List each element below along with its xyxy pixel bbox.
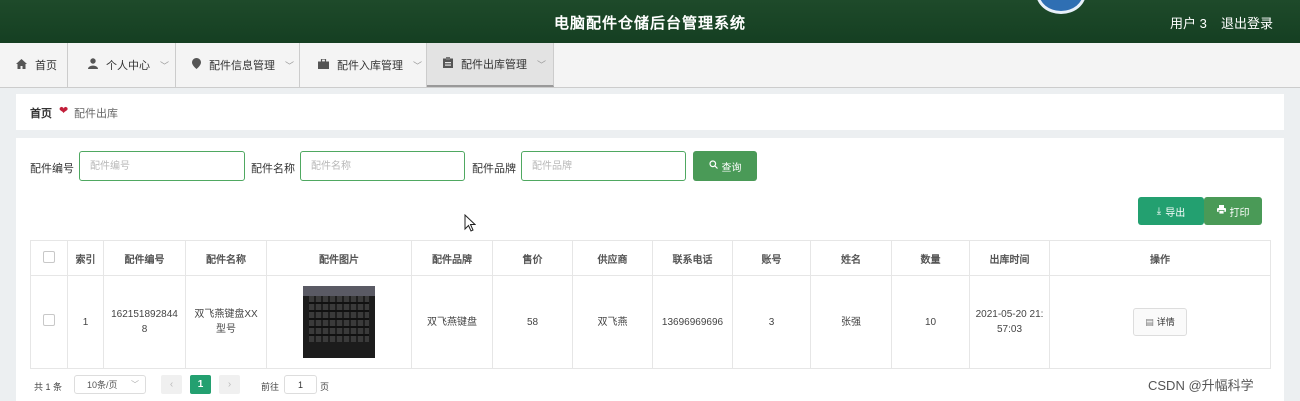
mouse-cursor-icon	[464, 214, 476, 232]
home-icon	[16, 58, 27, 72]
chevron-down-icon: ﹀	[160, 60, 170, 71]
cell-actions: ▤ 详情	[1049, 275, 1271, 369]
detail-button[interactable]: ▤ 详情	[1133, 308, 1187, 336]
search-button-label: 查询	[721, 162, 742, 174]
current-user: 用户 3	[1170, 16, 1207, 31]
nav-item-part-info[interactable]: 配件信息管理 ﹀	[176, 43, 300, 87]
row-select-cell	[30, 275, 68, 369]
print-button[interactable]: 打印	[1204, 197, 1262, 225]
table-header: 配件编号	[103, 240, 186, 276]
cell-code: 1621518928448	[103, 275, 186, 369]
brand-filter-label: 配件品牌	[472, 163, 516, 175]
table-header: 操作	[1049, 240, 1271, 276]
download-icon: ⤓	[1156, 205, 1162, 217]
chevron-down-icon: ﹀	[285, 60, 295, 71]
chevron-down-icon: ﹀	[131, 380, 139, 389]
nav-item-home[interactable]: 首页	[0, 43, 68, 87]
search-button[interactable]: 查询	[693, 151, 757, 181]
main-nav: 首页 个人中心 ﹀ 配件信息管理 ﹀ 配件入库管理 ﹀ 配件出库管理 ﹀	[0, 43, 1300, 88]
clipboard-icon	[443, 57, 453, 71]
goto-page-input[interactable]: 1	[284, 375, 317, 394]
name-filter-label: 配件名称	[251, 163, 295, 175]
nav-item-inbound[interactable]: 配件入库管理 ﹀	[300, 43, 427, 87]
keyboard-image	[303, 286, 375, 358]
code-filter-label: 配件编号	[30, 163, 74, 175]
table-header: 供应商	[572, 240, 653, 276]
table-header: 配件名称	[185, 240, 267, 276]
brand-filter-input[interactable]	[522, 152, 685, 180]
nav-label: 配件信息管理	[209, 60, 275, 72]
cell-time: 2021-05-20 21:57:03	[969, 275, 1050, 369]
pagination-total: 共 1 条	[34, 382, 63, 392]
table-row: 1 1621518928448 双飞燕键盘XX型号 双飞燕键盘 58 双飞燕 1…	[30, 275, 1271, 369]
export-button-label: 导出	[1165, 207, 1186, 219]
cell-account: 3	[732, 275, 811, 369]
cell-image	[266, 275, 412, 369]
watermark: CSDN @升幅科学	[1148, 378, 1254, 393]
briefcase-icon	[318, 57, 329, 72]
table-header-row: 索引 配件编号 配件名称 配件图片 配件品牌 售价 供应商 联系电话 账号 姓名…	[30, 240, 1271, 276]
page-suffix: 页	[320, 382, 330, 392]
cell-price: 58	[492, 275, 573, 369]
app-title: 电脑配件仓储后台管理系统	[553, 15, 746, 32]
cell-name: 双飞燕键盘XX型号	[185, 275, 267, 369]
select-all-cell	[30, 240, 68, 276]
export-button[interactable]: ⤓ 导出	[1138, 197, 1204, 225]
table-header: 出库时间	[969, 240, 1050, 276]
table-header: 姓名	[810, 240, 892, 276]
nav-item-personal-center[interactable]: 个人中心 ﹀	[68, 43, 176, 87]
name-filter-field	[300, 151, 465, 181]
code-filter-field	[79, 151, 245, 181]
breadcrumb: 首页 ❤ 配件出库	[16, 94, 1284, 130]
cell-phone: 13696969696	[652, 275, 733, 369]
page-size-value: 10条/页	[87, 380, 118, 390]
print-button-label: 打印	[1229, 207, 1250, 219]
pin-icon	[192, 58, 201, 72]
chevron-right-icon: ›	[227, 379, 232, 390]
chevron-down-icon: ﹀	[537, 59, 547, 70]
table-header: 数量	[891, 240, 970, 276]
detail-button-label: 详情	[1156, 316, 1175, 327]
printer-icon	[1216, 205, 1226, 217]
brand-filter-field	[521, 151, 686, 181]
name-filter-input[interactable]	[301, 152, 464, 180]
table-header: 配件图片	[266, 240, 412, 276]
logout-link[interactable]: 退出登录	[1221, 13, 1273, 32]
code-filter-input[interactable]	[80, 152, 244, 180]
breadcrumb-home[interactable]: 首页	[30, 105, 52, 121]
cell-qty: 10	[891, 275, 970, 369]
table-header: 联系电话	[652, 240, 733, 276]
nav-item-outbound[interactable]: 配件出库管理 ﹀	[427, 43, 554, 87]
page-size-select[interactable]: 10条/页 ﹀	[74, 375, 146, 394]
row-checkbox[interactable]	[43, 313, 55, 326]
nav-label: 配件入库管理	[337, 60, 403, 72]
cell-brand: 双飞燕键盘	[411, 275, 493, 369]
cell-supplier: 双飞燕	[572, 275, 653, 369]
chevron-left-icon: ‹	[169, 379, 174, 390]
document-icon: ▤	[1145, 316, 1154, 327]
table-header: 索引	[67, 240, 104, 276]
person-icon	[88, 58, 98, 72]
table-header: 配件品牌	[411, 240, 493, 276]
nav-label: 配件出库管理	[461, 59, 527, 71]
search-icon	[708, 160, 718, 172]
next-page-button[interactable]: ›	[219, 375, 240, 394]
select-all-checkbox[interactable]	[43, 250, 55, 263]
top-bar: 电脑配件仓储后台管理系统 用户 3 退出登录	[0, 0, 1300, 43]
nav-label: 首页	[35, 60, 57, 72]
table-header: 账号	[732, 240, 811, 276]
goto-label: 前往	[261, 382, 280, 392]
table-header: 售价	[492, 240, 573, 276]
outbound-table: 索引 配件编号 配件名称 配件图片 配件品牌 售价 供应商 联系电话 账号 姓名…	[30, 240, 1271, 369]
breadcrumb-current: 配件出库	[74, 108, 118, 120]
cell-index: 1	[67, 275, 104, 369]
cell-person: 张强	[810, 275, 892, 369]
chevron-down-icon: ﹀	[413, 60, 423, 71]
nav-label: 个人中心	[106, 60, 150, 72]
prev-page-button[interactable]: ‹	[161, 375, 182, 394]
heart-icon: ❤	[59, 105, 69, 117]
page-number-current[interactable]: 1	[190, 375, 211, 394]
